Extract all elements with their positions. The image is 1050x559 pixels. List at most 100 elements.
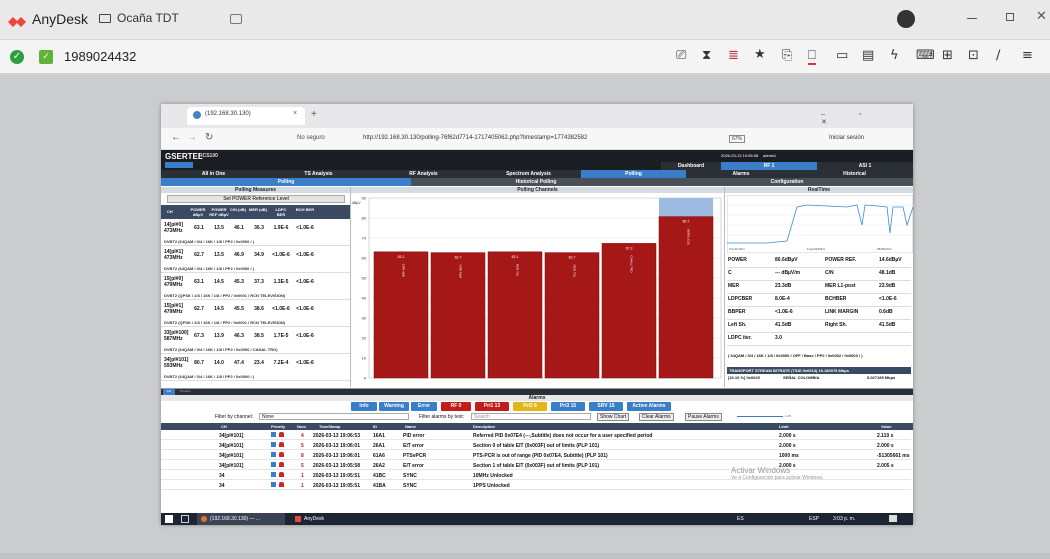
channel-row[interactable]: 34[pl#101] 593MHz 80.7 14.0 47.4 23.4 7.2E-4 <…: [161, 355, 350, 381]
new-session-icon[interactable]: [230, 14, 242, 24]
tray-kbd[interactable]: ESP: [809, 516, 819, 522]
filter-channel-select[interactable]: None: [259, 413, 409, 420]
url-field[interactable]: No seguro http://192.168.30.130/polling-…: [261, 131, 711, 147]
back-icon[interactable]: ←: [171, 132, 181, 143]
channel-row[interactable]: 15[pl#0] 479MHz 63.1 14.5 45.3 37.3 1.3E-5 <1.…: [161, 274, 350, 300]
measure-label: MER: [728, 283, 740, 289]
record-icon[interactable]: ⊡: [968, 48, 979, 63]
measure-label: BCHBER: [825, 296, 847, 302]
filter-pri3-count: 15: [570, 403, 577, 409]
y-tick-label: 0: [364, 376, 367, 381]
alarm-row[interactable]: 34 1 2026-03-13 19:05:51 41BA SYNC 1PPS Unloc…: [161, 481, 911, 490]
subtab-configuration[interactable]: Configuration: [661, 178, 913, 186]
account-icon[interactable]: [897, 10, 915, 28]
task-view-icon[interactable]: [181, 515, 189, 523]
measure-value: 23.9dB: [879, 283, 896, 289]
col-cn: C/N (dB): [230, 207, 246, 212]
display-icon[interactable]: ⎕: [808, 48, 816, 65]
set-power-button[interactable]: Set POWER Reference Level: [167, 195, 345, 203]
filter-warning[interactable]: Warning: [379, 402, 409, 411]
channel-value: 46.9: [234, 252, 244, 258]
browser-tab[interactable]: (192.168.30.130) ×: [187, 107, 305, 125]
nav-spectrum-analysis[interactable]: Spectrum Analysis: [476, 170, 581, 178]
nav-rf-analysis[interactable]: RF Analysis: [371, 170, 476, 178]
nav-historical[interactable]: Historical: [796, 170, 913, 178]
filter-pri1[interactable]: Pri1 13: [475, 402, 509, 411]
alarm-row[interactable]: 34[pl#101] 5 2026-03-13 19:06:01 26A1 EIT er…: [161, 441, 911, 450]
pause-alarms-button[interactable]: Pause Alarms: [685, 413, 722, 421]
tab-close-icon[interactable]: ×: [293, 110, 297, 117]
show-chart-button[interactable]: Show Chart: [597, 413, 630, 421]
col-ch: CH: [167, 209, 173, 214]
screenshot-icon[interactable]: ⎚: [676, 48, 686, 63]
window-controls: – ▫ ✕: [821, 111, 878, 126]
zoom-badge[interactable]: 67%: [729, 135, 746, 143]
y-tick-label: 20: [362, 336, 367, 341]
database-icon[interactable]: ≣: [728, 48, 739, 63]
channel-bar: [601, 243, 657, 379]
channel-row[interactable]: 14[pl#0] 473MHz 63.1 13.5 46.1 36.3 1.9E-6 <1.…: [161, 220, 350, 246]
taskbar-item-anydesk[interactable]: AnyDesk: [291, 513, 361, 525]
menu-icon[interactable]: ≡: [1022, 48, 1033, 63]
filter-pri2[interactable]: Pri2 6: [513, 402, 547, 411]
filter-pri2-label: Pri2: [523, 403, 533, 409]
lightning-icon[interactable]: ϟ: [890, 48, 899, 63]
tab-asi1[interactable]: ASI 1: [817, 162, 913, 170]
subtab-polling[interactable]: Polling: [161, 178, 411, 186]
notification-icon[interactable]: [889, 515, 897, 522]
tray-lang[interactable]: ES: [737, 516, 744, 522]
channel-value: 46.1: [234, 225, 244, 231]
measure-value: --- dBµV/m: [775, 270, 801, 276]
channel-bar: [430, 252, 486, 379]
restore-icon[interactable]: [1006, 13, 1014, 21]
network-icon[interactable]: ⊞: [942, 48, 953, 63]
channel-value: 45.5: [234, 306, 244, 312]
hourglass-icon[interactable]: ⧗: [702, 48, 711, 63]
nav-alarms[interactable]: Alarms: [686, 170, 796, 178]
channel-row[interactable]: 15[pl#1] 479MHz 62.7 14.5 45.5 38.6 <1.0E-6 <1…: [161, 301, 350, 327]
measure-label: C: [728, 270, 732, 276]
reload-icon[interactable]: ↻: [205, 132, 213, 143]
filter-error[interactable]: Error: [411, 402, 437, 411]
tab-rf1[interactable]: RF 1: [721, 162, 817, 170]
alarm-col-id: ID: [373, 424, 377, 429]
pen-icon[interactable]: ∕: [996, 48, 1000, 63]
keyboard-icon[interactable]: ⌨: [916, 48, 935, 63]
taskbar-item-browser[interactable]: (192.168.30.130) — ...: [197, 513, 285, 525]
filter-text-input[interactable]: Search: [471, 413, 591, 420]
filter-info[interactable]: Info: [351, 402, 377, 411]
channel-bar: [544, 252, 600, 379]
subtab-historical-polling[interactable]: Historical Polling: [411, 178, 661, 186]
measure-value: <1.0E-6: [775, 309, 793, 315]
start-icon[interactable]: [165, 515, 173, 523]
forward-icon[interactable]: →: [187, 132, 197, 143]
filter-srv[interactable]: SRV 15: [589, 402, 623, 411]
remote-address[interactable]: 1989024432: [64, 49, 136, 64]
channel-name: 14[pl#1] 473MHz: [164, 249, 183, 261]
channel-row[interactable]: 33[pl#100] 587MHz 67.3 13.9 46.3 38.5 1.7E-5 <…: [161, 328, 350, 354]
clear-alarms-button[interactable]: Clear Alarms: [639, 413, 674, 421]
channel-value: 1.7E-5: [273, 333, 289, 339]
file-transfer-icon[interactable]: ⎘: [782, 48, 792, 63]
nav-polling[interactable]: Polling: [581, 170, 686, 178]
tab-dashboard[interactable]: Dashboard: [661, 162, 721, 170]
new-tab-icon[interactable]: +: [311, 109, 317, 120]
measure-value: 48.1dB: [879, 270, 896, 276]
nav-ts-analysis[interactable]: TS Analysis: [266, 170, 371, 178]
alarms-title: Alarms: [161, 395, 913, 401]
star-icon[interactable]: ★: [754, 47, 766, 62]
channel-row[interactable]: 14[pl#1] 473MHz 62.7 13.5 46.9 34.9 <1.0E-6 <1…: [161, 247, 350, 273]
anydesk-tab[interactable]: Ocaña TDT: [96, 9, 216, 31]
nav-all-in-one[interactable]: All in One: [161, 170, 266, 178]
minimize-icon[interactable]: [967, 18, 977, 19]
filter-pri3[interactable]: Pri3 15: [551, 402, 585, 411]
filter-rf[interactable]: RF 0: [441, 402, 471, 411]
alarm-row[interactable]: 34[pl#101] 4 2026-03-13 19:06:53 16A1 PID er…: [161, 431, 911, 440]
filter-active[interactable]: Active Alarms: [627, 402, 671, 411]
signin-label[interactable]: Iniciar sesión: [829, 135, 864, 141]
slider-track[interactable]: [737, 416, 783, 417]
alarm-row[interactable]: 34[pl#101] 8 2026-03-13 19:06:01 61A6 PTSvPC…: [161, 451, 911, 460]
close-icon[interactable]: ✕: [1036, 9, 1047, 24]
message-icon[interactable]: ▤: [862, 48, 874, 63]
chat-icon[interactable]: ▭: [836, 48, 848, 63]
